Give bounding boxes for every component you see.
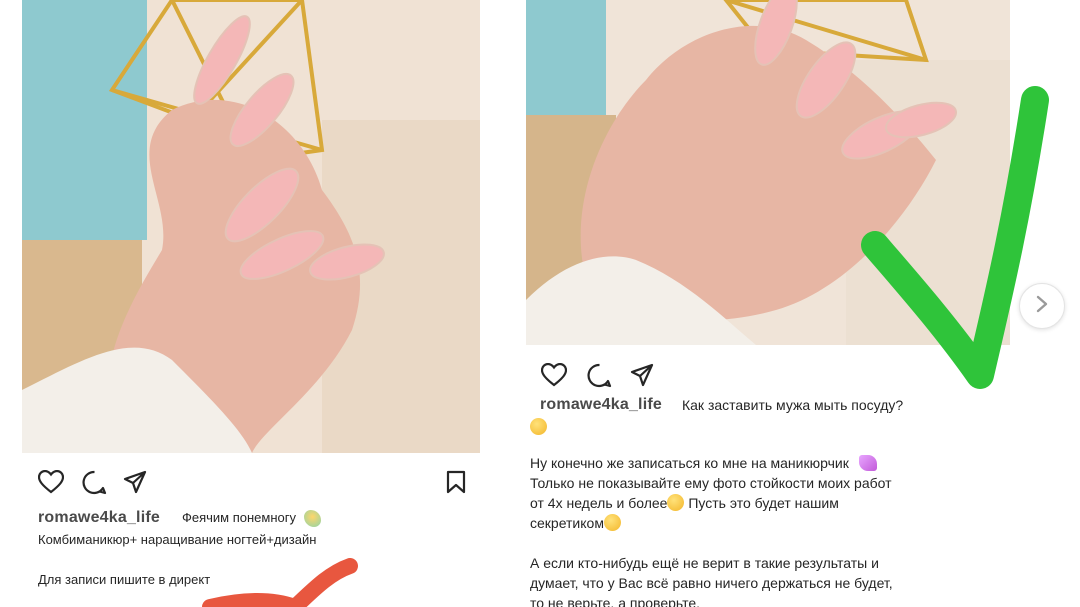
smirk-emoji [603,514,621,531]
smirk-emoji [530,418,547,435]
right-post-actions [541,362,681,388]
caption-text: Комбиманикюр+ наращивание ногтей+дизайн [38,532,317,547]
comment-icon[interactable] [587,363,612,388]
left-post-actions [38,468,466,496]
nail-polish-emoji [858,455,877,471]
bookmark-icon[interactable] [446,470,466,494]
carousel-next-button[interactable] [1019,283,1065,329]
caption-text: секретиком [530,515,604,531]
caption-text: Ну конечно же записаться ко мне на маник… [530,455,849,471]
caption-text: думает, что у Вас всё равно ничего держа… [530,575,893,591]
fairy-emoji [304,509,321,527]
username[interactable]: romawe4ka_life [38,508,160,528]
left-post-photo [22,0,480,453]
username[interactable]: romawe4ka_life [540,395,662,415]
share-icon[interactable] [123,470,147,494]
caption-text: то не верьте, а проверьте. [530,595,701,607]
comment-icon[interactable] [82,470,107,495]
caption-text: А если кто-нибудь ещё не верит в такие р… [530,555,879,571]
left-post-caption: romawe4ka_life Феячим понемногу Комбиман… [38,508,478,590]
grimace-emoji [667,494,685,511]
chevron-right-icon [1035,295,1049,318]
heart-icon[interactable] [541,363,567,387]
right-post-photo [526,0,1010,345]
caption-title: Как заставить мужа мыть посуду? [681,397,904,413]
caption-text: Только не показывайте ему фото стойкости… [530,475,892,491]
right-post-caption: romawe4ka_life Как заставить мужа мыть п… [530,395,1000,607]
caption-text: Феячим понемногу [181,510,296,525]
caption-text: Для записи пишите в директ [38,572,211,587]
heart-icon[interactable] [38,470,64,494]
share-icon[interactable] [630,363,654,387]
caption-text: от 4х недель и более [530,495,668,511]
caption-text: Пусть это будет нашим [688,495,839,511]
